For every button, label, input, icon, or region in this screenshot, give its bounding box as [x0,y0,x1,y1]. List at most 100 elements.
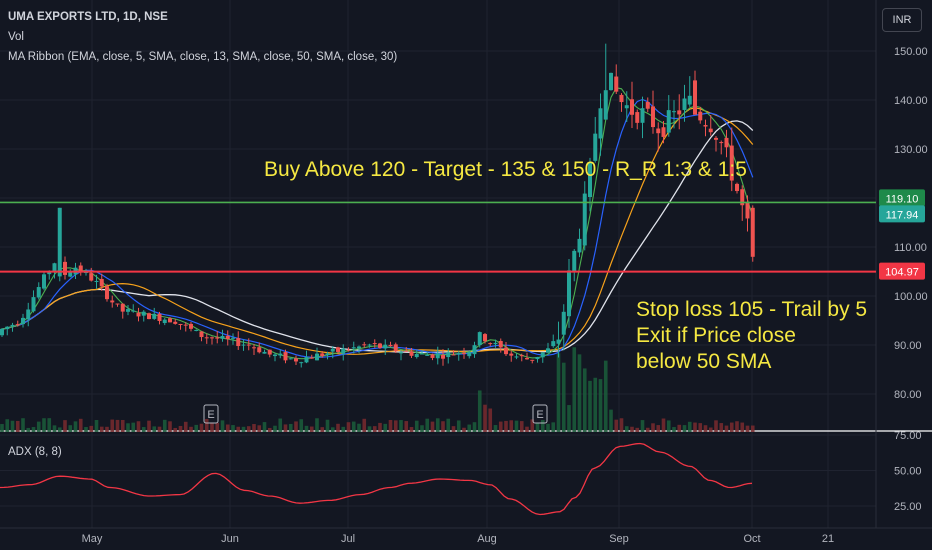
volume-bar [84,427,88,432]
volume-bar [467,424,472,432]
candle-body [493,342,498,345]
candle-body [556,339,561,344]
candle-body [215,337,220,339]
volume-bar [488,408,493,432]
volume-bar [472,422,477,432]
candle-body [115,303,120,305]
volume-bar [687,421,692,432]
volume-bar [5,419,10,432]
candle-body [178,323,183,325]
candle-body [325,353,330,355]
candle-body [703,125,708,127]
candle-body [36,287,41,298]
ma-ribbon-legend[interactable]: MA Ribbon (EMA, close, 5, SMA, close, 13… [8,51,397,63]
candle-body [346,349,351,351]
last-price-badge-text: 117.94 [886,209,919,221]
candle-body [409,351,414,356]
volume-bar [498,421,503,432]
candle-body [535,357,540,360]
volume-bar [189,426,193,432]
price-axis-label: 150.00 [894,46,928,58]
adx-legend[interactable]: ADX (8, 8) [8,446,62,458]
volume-bar [609,409,613,432]
candle-body [577,238,582,253]
volume-bar [666,420,671,432]
volume-bar [210,422,214,432]
volume-legend[interactable]: Vol [8,31,24,43]
volume-bar [682,425,687,432]
volume-bar [735,421,739,432]
candle-body [393,344,398,352]
candle-body [614,76,619,92]
candle-body [299,362,304,364]
symbol-title[interactable]: UMA EXPORTS LTD, 1D, NSE [8,11,168,23]
volume-bar [372,426,377,432]
volume-bar [514,420,519,432]
stop-annotation[interactable]: Stop loss 105 - Trail by 5 Exit if Price… [636,297,879,375]
red-line-badge-text: 104.97 [885,267,919,279]
candle-body [304,357,309,363]
candle-body [672,111,676,113]
candle-body [624,105,629,109]
candle-body [645,101,650,109]
candle-body [430,354,435,358]
volume-bar [220,420,225,432]
price-axis-label: 80.00 [894,389,922,401]
volume-bar [388,419,393,432]
candle-body [435,353,440,359]
candle-body [199,331,204,338]
volume-bar [78,418,83,432]
candle-body [0,328,4,336]
volume-bar [640,420,645,432]
volume-bar [446,418,451,432]
volume-bar [26,427,31,432]
candle-body [451,354,456,356]
volume-bar [572,347,577,432]
candle-body [598,108,603,139]
volume-bar [367,426,372,432]
candle-body [21,317,25,325]
candle-body [194,330,199,332]
candle-body [467,352,472,357]
candle-body [745,202,750,219]
buy-annotation[interactable]: Buy Above 120 - Target - 135 & 150 - R_R… [264,157,747,183]
volume-bar [714,420,718,432]
volume-bar [551,422,556,432]
volume-bar [42,418,46,432]
volume-bar [126,423,130,432]
volume-bar [94,420,99,432]
volume-bar [677,424,682,432]
candle-body [31,297,36,312]
volume-bar [383,423,388,432]
candle-body [446,352,451,358]
candle-body [320,353,325,357]
volume-bar [52,425,57,432]
horizontal-levels[interactable] [0,201,876,273]
volume-bar [740,422,745,432]
currency-button[interactable]: INR [882,8,922,32]
volume-bar [294,421,298,432]
volume-bar [693,422,697,432]
volume-bar [430,421,435,432]
volume-bar [168,421,172,432]
candle-body [472,345,477,355]
price-axis-label: 110.00 [894,242,927,254]
candle-body [714,137,718,140]
candle-body [530,359,535,361]
earnings-marker-label: E [207,409,214,421]
candle-body [294,358,298,362]
volume-bar [336,423,340,432]
candle-body [750,207,755,257]
volume-bar [162,419,167,432]
candle-body [10,324,15,327]
candle-body [609,72,613,91]
volume-bar [99,426,104,432]
earnings-marker-label: E [536,409,543,421]
volume-bar [325,419,330,432]
volume-bar [656,425,661,432]
candle-body [110,300,115,303]
price-chart[interactable]: 150.00 140.00 130.00 110.00 100.00 90.00 80.00… [0,0,932,550]
volume-bar [15,420,20,432]
candle-body [189,323,193,329]
volume-bar [404,421,409,432]
